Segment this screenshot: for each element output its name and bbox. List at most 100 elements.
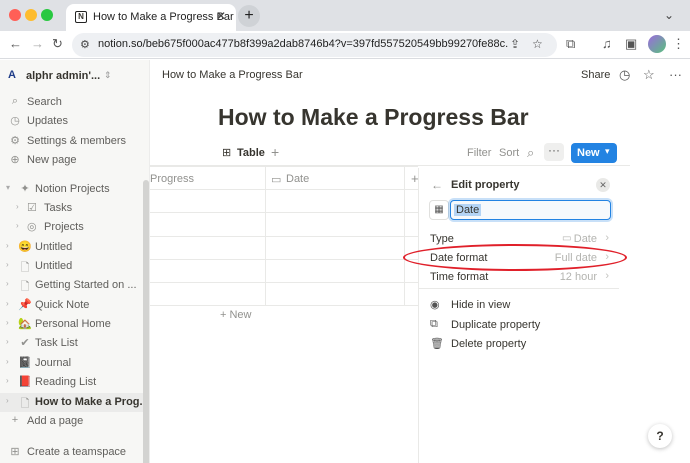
page-icon: 🗋 xyxy=(20,281,30,293)
maximize-window-button[interactable] xyxy=(41,9,53,21)
table-row[interactable] xyxy=(150,305,418,306)
sidebar-create-teamspace[interactable]: ⊞ Create a teamspace xyxy=(0,443,150,462)
view-more-button[interactable]: ··· xyxy=(544,143,564,161)
hide-in-view-button[interactable]: ◉ Hide in view xyxy=(419,296,619,315)
close-icon[interactable]: ✕ xyxy=(596,178,610,192)
more-options-icon[interactable]: ··· xyxy=(669,67,682,82)
back-arrow-icon[interactable]: ← xyxy=(431,178,443,192)
chevron-right-icon[interactable]: › xyxy=(6,260,9,269)
chevron-right-icon[interactable]: › xyxy=(6,337,9,346)
sidebar-item-new-page[interactable]: ⊕ New page xyxy=(0,151,150,170)
site-info-icon[interactable]: ⚙ xyxy=(80,38,90,51)
new-tab-button[interactable]: + xyxy=(238,5,260,27)
bookmark-star-icon[interactable]: ☆ xyxy=(532,37,543,51)
column-header-date[interactable]: Date xyxy=(286,173,309,185)
sidebar-item-quick-note[interactable]: › 📌 Quick Note xyxy=(0,296,150,315)
search-icon[interactable]: ⌕ xyxy=(527,145,534,161)
sidebar-item-projects[interactable]: › ◎ Projects xyxy=(0,218,150,237)
table-row[interactable] xyxy=(150,259,418,260)
url-text[interactable]: notion.so/beb675f000ac477b8f399a2dab8746… xyxy=(98,38,508,50)
browser-menu-icon[interactable]: ⋮ xyxy=(672,36,685,52)
search-icon: ⌕ xyxy=(11,95,19,107)
sidebar-item-notion-projects[interactable]: ▾ ✦ Notion Projects xyxy=(0,180,150,199)
clock-icon: ◷ xyxy=(10,115,20,127)
sort-button[interactable]: Sort xyxy=(499,147,519,159)
minimize-window-button[interactable] xyxy=(25,9,37,21)
row-value: Date xyxy=(573,233,597,245)
chevron-right-icon[interactable]: › xyxy=(16,202,19,211)
sidebar-item-task-list[interactable]: › ✔ Task List xyxy=(0,334,150,353)
sidebar-item-label: Search xyxy=(27,96,62,108)
sidebar-item-updates[interactable]: ◷ Updates xyxy=(0,112,150,131)
sidebar-item-label: Task List xyxy=(35,337,78,349)
table-row[interactable] xyxy=(150,212,418,213)
sidebar-scrollbar[interactable] xyxy=(143,180,149,463)
pin-icon: 📌 xyxy=(18,299,32,311)
table-row[interactable] xyxy=(150,282,418,283)
delete-property-button[interactable]: 🗑 Delete property xyxy=(419,335,619,354)
sidebar-item-journal[interactable]: › 📓 Journal xyxy=(0,354,150,373)
book-icon: 📕 xyxy=(18,376,32,388)
sidebar-item-untitled-1[interactable]: › 😄 Untitled xyxy=(0,238,150,257)
browser-tab[interactable]: N How to Make a Progress Bar ✕ xyxy=(66,4,236,31)
target-icon: ◎ xyxy=(27,221,37,233)
help-button[interactable]: ? xyxy=(648,424,672,448)
chevron-down-icon[interactable]: ▾ xyxy=(605,146,610,157)
property-name-value: Date xyxy=(454,204,482,216)
sidebar-item-label: Journal xyxy=(35,357,72,369)
page-title[interactable]: How to Make a Progress Bar xyxy=(218,104,529,131)
sidebar-item-untitled-2[interactable]: › 🗋 Untitled xyxy=(0,257,150,276)
tab-search-chevron-icon[interactable]: ⌄ xyxy=(664,8,674,22)
row-key: Time format xyxy=(430,271,489,283)
tab-close-icon[interactable]: ✕ xyxy=(216,9,226,23)
breadcrumb[interactable]: How to Make a Progress Bar xyxy=(162,69,303,81)
property-icon-picker[interactable]: ▦ xyxy=(429,200,449,220)
sidebar: A alphr admin'... ⇕ ⌕ Search ◷ Updates ⚙… xyxy=(0,60,150,463)
share-page-icon[interactable]: ⇪ xyxy=(510,37,520,51)
tab-label: Table xyxy=(237,147,265,159)
address-bar[interactable]: ⚙ notion.so/beb675f000ac477b8f399a2dab87… xyxy=(72,33,557,57)
chevron-right-icon[interactable]: › xyxy=(16,221,19,230)
edit-property-panel: ← Edit property ✕ ▦ Date Type ▭ Date › D… xyxy=(418,168,619,463)
sidebar-item-personal-home[interactable]: › 🏡 Personal Home xyxy=(0,315,150,334)
property-name-input[interactable]: Date xyxy=(450,200,611,220)
chevron-right-icon[interactable]: › xyxy=(6,318,9,327)
share-button[interactable]: Share xyxy=(581,69,610,81)
filter-button[interactable]: Filter xyxy=(467,147,491,159)
close-window-button[interactable] xyxy=(9,9,21,21)
profile-avatar[interactable] xyxy=(648,35,666,53)
reload-icon[interactable]: ↻ xyxy=(52,36,63,52)
extensions-icon[interactable]: ⧉ xyxy=(566,36,575,52)
row-key: Type xyxy=(430,233,454,245)
sidebar-item-search[interactable]: ⌕ Search xyxy=(0,93,150,112)
favorite-star-icon[interactable]: ☆ xyxy=(643,67,655,83)
add-view-button[interactable]: + xyxy=(271,144,279,160)
table-row[interactable] xyxy=(150,236,418,237)
chevron-right-icon[interactable]: › xyxy=(6,396,9,405)
sidebar-add-page[interactable]: + Add a page xyxy=(0,412,150,431)
history-clock-icon[interactable]: ◷ xyxy=(619,67,630,83)
back-arrow-icon[interactable]: ← xyxy=(9,36,22,51)
sidebar-item-settings[interactable]: ⚙ Settings & members xyxy=(0,132,150,151)
sidebar-item-tasks[interactable]: › ☑ Tasks xyxy=(0,199,150,218)
chevron-right-icon[interactable]: › xyxy=(6,279,9,288)
browser-tab-bar: N How to Make a Progress Bar ✕ + ⌄ xyxy=(0,0,690,31)
sidebar-item-label: Settings & members xyxy=(27,135,127,147)
forward-arrow-icon[interactable]: → xyxy=(31,36,44,51)
new-record-button[interactable]: New ▾ xyxy=(571,143,617,163)
duplicate-property-button[interactable]: ⧉ Duplicate property xyxy=(419,316,619,335)
column-header-progress[interactable]: Progress xyxy=(150,173,194,185)
sidebar-item-getting-started[interactable]: › 🗋 Getting Started on ... xyxy=(0,276,150,295)
chevron-right-icon[interactable]: › xyxy=(6,376,9,385)
chevron-right-icon[interactable]: › xyxy=(6,357,9,366)
media-controls-icon[interactable]: ♫ xyxy=(602,36,612,51)
sidebar-item-how-to-make[interactable]: › 🗋 How to Make a Prog... xyxy=(0,393,150,412)
side-panel-icon[interactable]: ▣ xyxy=(625,36,637,52)
sidebar-item-reading-list[interactable]: › 📕 Reading List xyxy=(0,373,150,392)
eye-icon: ◉ xyxy=(430,299,440,311)
new-button-label: New xyxy=(577,147,600,159)
add-row-button[interactable]: + New xyxy=(220,309,252,321)
chevron-down-icon[interactable]: ▾ xyxy=(6,183,10,192)
chevron-right-icon[interactable]: › xyxy=(6,299,9,308)
chevron-right-icon[interactable]: › xyxy=(6,241,9,250)
